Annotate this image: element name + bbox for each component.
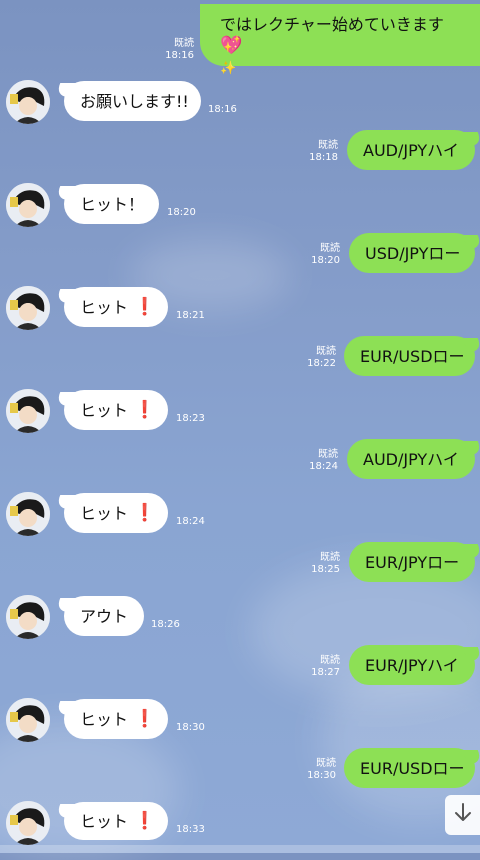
incoming-message-bubble[interactable]: ヒット ❗	[64, 287, 168, 327]
message-text: EUR/USDロー	[360, 758, 465, 778]
outgoing-message-bubble[interactable]: EUR/USDロー	[344, 336, 475, 376]
message-meta: 既読 18:18	[298, 140, 338, 164]
message-time: 18:22	[307, 358, 336, 369]
message-time: 18:16	[165, 50, 194, 61]
contact-avatar[interactable]	[6, 183, 50, 227]
message-time: 18:26	[151, 619, 180, 630]
read-receipt: 既読	[316, 346, 336, 357]
message-time: 18:21	[176, 310, 205, 321]
message-meta: 既読 18:16	[150, 38, 194, 62]
contact-avatar[interactable]	[6, 389, 50, 433]
message-text: AUD/JPYハイ	[363, 140, 459, 160]
message-text: EUR/JPYハイ	[365, 655, 459, 675]
read-receipt: 既読	[316, 758, 336, 769]
read-receipt: 既読	[320, 655, 340, 666]
message-meta: 既読 18:20	[300, 243, 340, 267]
message-text: お願いします!!	[80, 91, 189, 111]
incoming-message-bubble[interactable]: ヒット ❗	[64, 390, 168, 430]
message-time: 18:30	[176, 722, 205, 733]
arrow-down-icon	[453, 802, 473, 828]
message-text: EUR/JPYロー	[365, 552, 460, 572]
message-meta: 既読 18:22	[296, 346, 336, 370]
exclamation-emoji-icon: ❗	[134, 708, 156, 729]
read-receipt: 既読	[318, 449, 338, 460]
read-receipt: 既読	[318, 140, 338, 151]
exclamation-emoji-icon: ❗	[134, 810, 156, 831]
outgoing-message-bubble[interactable]: EUR/USDロー	[344, 748, 475, 788]
message-time: 18:27	[311, 667, 340, 678]
incoming-message-bubble[interactable]: ヒット ❗	[64, 493, 168, 533]
message-text: EUR/USDロー	[360, 346, 465, 366]
heart-emoji-icon: 💖	[220, 35, 243, 56]
contact-avatar[interactable]	[6, 80, 50, 124]
message-text: ではレクチャー始めていきます	[220, 15, 444, 34]
message-time: 18:24	[176, 516, 205, 527]
read-receipt: 既読	[174, 38, 194, 49]
exclamation-emoji-icon: ❗	[134, 502, 156, 523]
exclamation-emoji-icon: ❗	[134, 296, 156, 317]
incoming-message-bubble[interactable]: お願いします!!	[64, 81, 201, 121]
message-text: アウト	[80, 606, 129, 626]
message-text: ヒット	[80, 811, 129, 831]
message-time: 18:33	[176, 824, 205, 835]
outgoing-message-bubble[interactable]: EUR/JPYロー	[349, 542, 475, 582]
message-time: 18:25	[311, 564, 340, 575]
incoming-message-bubble[interactable]: ヒット ❗	[64, 699, 168, 739]
message-time: 18:20	[167, 207, 196, 218]
message-time: 18:18	[309, 152, 338, 163]
contact-avatar[interactable]	[6, 801, 50, 845]
message-text: ヒット	[80, 503, 129, 523]
message-time: 18:30	[307, 770, 336, 781]
message-time: 18:16	[208, 104, 237, 115]
sparkles-emoji-icon: ✨	[220, 61, 237, 76]
message-text: AUD/JPYハイ	[363, 449, 459, 469]
message-text: ヒット	[80, 709, 129, 729]
contact-avatar[interactable]	[6, 698, 50, 742]
exclamation-emoji-icon: ❗	[134, 399, 156, 420]
message-text: USD/JPYロー	[365, 243, 461, 263]
outgoing-message-bubble[interactable]: AUD/JPYハイ	[347, 130, 475, 170]
outgoing-message-bubble[interactable]: AUD/JPYハイ	[347, 439, 475, 479]
message-text: ヒット！	[80, 194, 145, 214]
outgoing-message-bubble[interactable]: USD/JPYロー	[349, 233, 475, 273]
message-meta: 既読 18:27	[300, 655, 340, 679]
bottom-bar	[0, 845, 480, 853]
incoming-message-bubble[interactable]: アウト	[64, 596, 144, 636]
contact-avatar[interactable]	[6, 286, 50, 330]
message-text: ヒット	[80, 400, 129, 420]
incoming-message-bubble[interactable]: ヒット！	[64, 184, 159, 224]
outgoing-message-bubble[interactable]: ではレクチャー始めていきます💖 ✨	[200, 4, 480, 76]
message-meta: 既読 18:30	[296, 758, 336, 782]
message-time: 18:20	[311, 255, 340, 266]
read-receipt: 既読	[320, 243, 340, 254]
contact-avatar[interactable]	[6, 595, 50, 639]
message-meta: 既読 18:25	[300, 552, 340, 576]
incoming-message-bubble[interactable]: ヒット ❗	[64, 802, 168, 840]
message-text: ヒット	[80, 297, 129, 317]
message-meta: 既読 18:24	[298, 449, 338, 473]
outgoing-message-bubble[interactable]: EUR/JPYハイ	[349, 645, 475, 685]
message-time: 18:23	[176, 413, 205, 424]
message-time: 18:24	[309, 461, 338, 472]
read-receipt: 既読	[320, 552, 340, 563]
contact-avatar[interactable]	[6, 492, 50, 536]
scroll-to-bottom-button[interactable]	[445, 795, 480, 835]
